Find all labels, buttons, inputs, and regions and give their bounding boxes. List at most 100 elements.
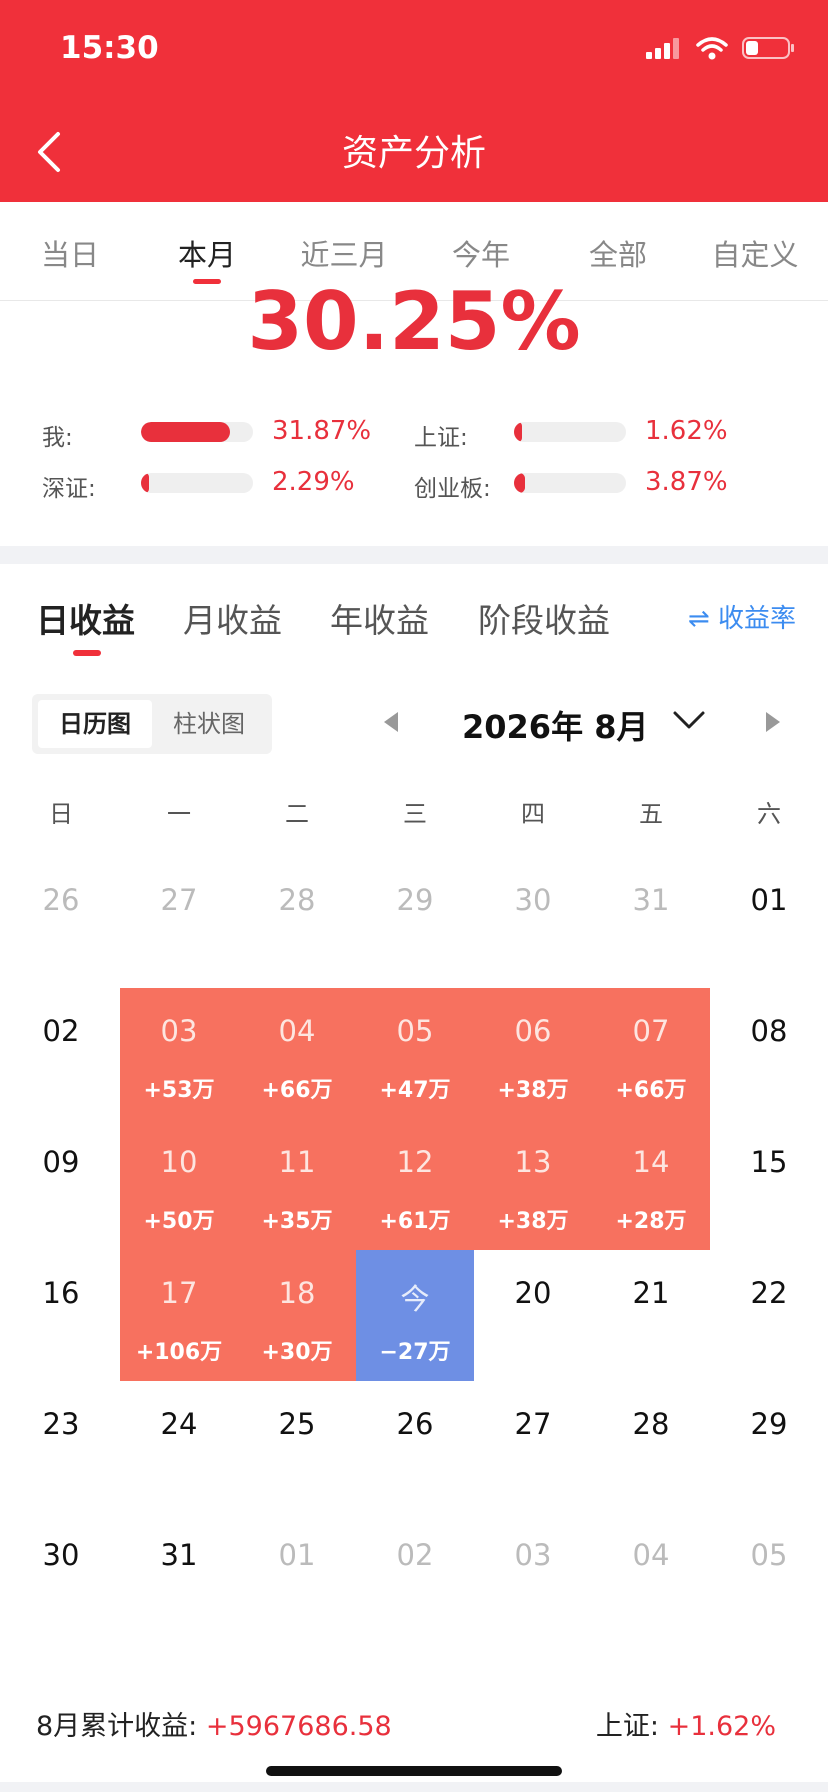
calendar-day-number: 02 [42,1014,80,1048]
calendar-day-number: 31 [632,883,670,917]
calendar-day-cell[interactable]: 27 [474,1381,592,1512]
calendar-day-cell[interactable]: 15 [710,1119,828,1250]
home-indicator [266,1766,562,1776]
calendar-day-cell[interactable]: 01 [238,1512,356,1643]
tab-custom[interactable]: 自定义 [685,232,825,274]
calendar-day-cell[interactable]: 26 [2,857,120,988]
tab-three-months[interactable]: 近三月 [274,232,414,274]
rate-toggle-label: 收益率 [717,604,796,634]
calendar-day-cell[interactable]: 05 [710,1512,828,1643]
calendar-day-cell[interactable]: 02 [356,1512,474,1643]
calendar-day-cell[interactable]: 03 +53万 [120,988,238,1119]
calendar-day-cell[interactable]: 17 +106万 [120,1250,238,1381]
calendar-day-number: 30 [42,1538,80,1572]
compare-bar-fill-shanghai [514,422,522,442]
calendar-day-cell[interactable]: 10 +50万 [120,1119,238,1250]
calendar-day-cell[interactable]: 03 [474,1512,592,1643]
calendar-day-cell[interactable]: 29 [356,857,474,988]
calendar-day-cell[interactable]: 16 [2,1250,120,1381]
calendar-day-earnings: +38万 [497,1209,569,1234]
tab-this-month[interactable]: 本月 [137,232,277,274]
calendar-day-cell[interactable]: 09 [2,1119,120,1250]
calendar-view-button[interactable]: 日历图 [38,700,152,748]
calendar-day-cell[interactable]: 22 [710,1250,828,1381]
compare-value-shanghai: 1.62% [645,416,728,446]
calendar-day-number: 20 [514,1276,552,1310]
calendar-day-number: 12 [396,1145,434,1179]
compare-bar-chinext [514,473,626,493]
tab-monthly-earnings[interactable]: 月收益 [183,594,282,642]
chevron-down-icon[interactable] [672,708,706,732]
calendar-day-cell[interactable]: 07 +66万 [592,988,710,1119]
calendar-day-cell[interactable]: 28 [238,857,356,988]
calendar-day-number: 26 [396,1407,434,1441]
calendar-day-earnings: +50万 [143,1209,215,1234]
calendar-day-cell[interactable]: 27 [120,857,238,988]
compare-bar-fill-shenzhen [141,473,149,493]
calendar-day-cell[interactable]: 30 [474,857,592,988]
calendar-day-cell[interactable]: 30 [2,1512,120,1643]
calendar-day-cell[interactable]: 08 [710,988,828,1119]
calendar-day-earnings: +66万 [261,1078,333,1103]
tab-daily-earnings[interactable]: 日收益 [36,594,135,642]
bottom-band [0,1782,828,1792]
next-month-icon[interactable] [766,712,780,732]
calendar-day-number: 04 [632,1538,670,1572]
index-change-value: +1.62% [667,1711,776,1742]
calendar-day-number: 28 [632,1407,670,1441]
calendar-day-cell[interactable]: 05 +47万 [356,988,474,1119]
compare-value-shenzhen: 2.29% [272,467,355,497]
calendar-day-cell[interactable]: 12 +61万 [356,1119,474,1250]
calendar-day-earnings: +66万 [615,1078,687,1103]
calendar-day-number: 10 [160,1145,198,1179]
bar-view-button[interactable]: 柱状图 [152,700,266,748]
status-icons [646,36,796,60]
tab-all[interactable]: 全部 [548,232,688,274]
calendar-day-cell[interactable]: 29 [710,1381,828,1512]
calendar-day-cell[interactable]: 31 [592,857,710,988]
calendar-day-number: 31 [160,1538,198,1572]
compare-bar-shenzhen [141,473,253,493]
page-title: 资产分析 [341,133,486,174]
calendar-day-cell[interactable]: 23 [2,1381,120,1512]
calendar-day-cell[interactable]: 25 [238,1381,356,1512]
calendar-day-cell[interactable]: 18 +30万 [238,1250,356,1381]
weekday-label: 日 [49,800,73,828]
calendar-day-cell[interactable]: 31 [120,1512,238,1643]
earnings-tab-indicator [73,650,101,656]
tab-yearly-earnings[interactable]: 年收益 [330,594,429,642]
calendar-day-cell[interactable]: 21 [592,1250,710,1381]
calendar-day-earnings: +61万 [379,1209,451,1234]
wifi-icon [696,37,728,60]
battery-icon [742,37,794,59]
calendar-day-cell[interactable]: 04 [592,1512,710,1643]
calendar-day-cell[interactable]: 26 [356,1381,474,1512]
calendar-day-number: 06 [514,1014,552,1048]
calendar-day-cell[interactable]: 11 +35万 [238,1119,356,1250]
calendar-day-number: 17 [160,1276,198,1310]
calendar-day-cell[interactable]: 20 [474,1250,592,1381]
index-change: 上证: +1.62% [596,1704,776,1743]
prev-month-icon[interactable] [384,712,398,732]
calendar-day-number: 28 [278,883,316,917]
tab-this-year[interactable]: 今年 [411,232,551,274]
weekday-label: 一 [167,800,191,828]
calendar-day-earnings: +35万 [261,1209,333,1234]
calendar-day-cell[interactable]: 28 [592,1381,710,1512]
calendar-day-cell[interactable]: 01 [710,857,828,988]
rate-toggle-button[interactable]: ⇌ 收益率 [688,598,796,635]
calendar-day-cell[interactable]: 13 +38万 [474,1119,592,1250]
calendar-day-cell[interactable]: 04 +66万 [238,988,356,1119]
tab-stage-earnings[interactable]: 阶段收益 [478,594,610,642]
calendar-day-cell[interactable]: 02 [2,988,120,1119]
calendar-day-cell[interactable]: 24 [120,1381,238,1512]
compare-label-chinext: 创业板: [414,476,491,502]
calendar-day-cell[interactable]: 14 +28万 [592,1119,710,1250]
calendar-day-number: 08 [750,1014,788,1048]
calendar-day-cell[interactable]: 06 +38万 [474,988,592,1119]
tab-today[interactable]: 当日 [0,232,140,274]
calendar-day-number: 29 [396,883,434,917]
month-title: 2026年 8月 [462,708,649,746]
calendar-day-number: 23 [42,1407,80,1441]
calendar-day-cell[interactable]: 今 −27万 [356,1250,474,1381]
